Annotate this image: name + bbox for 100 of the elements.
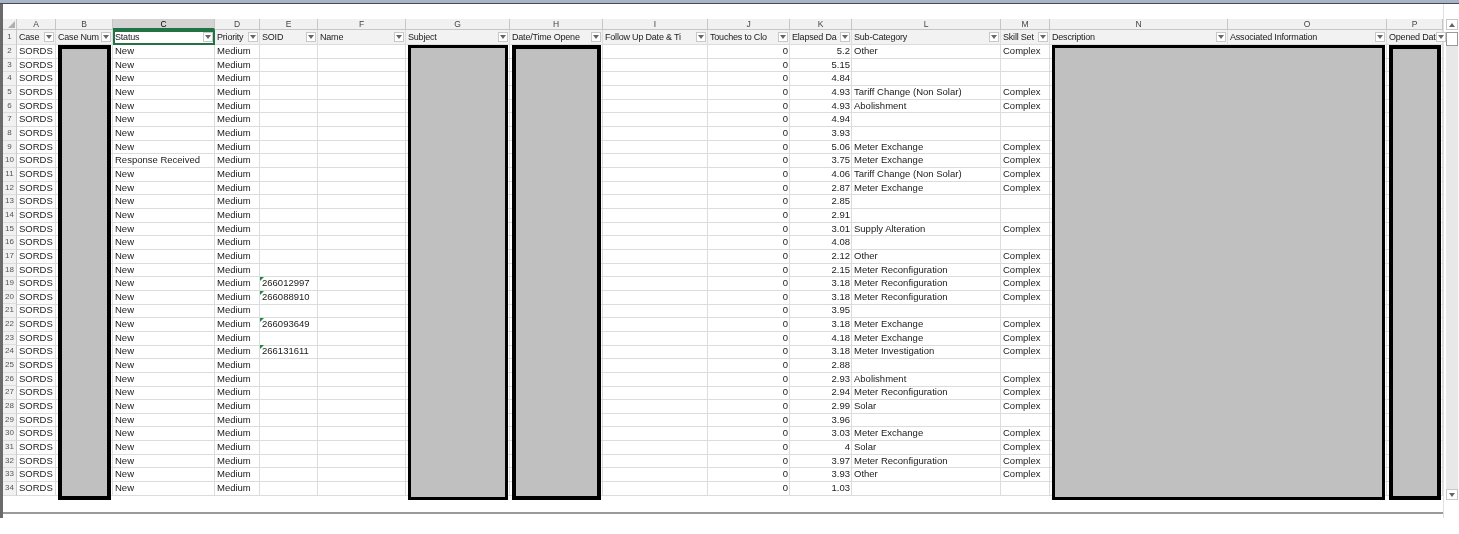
filter-button[interactable]: [203, 32, 213, 42]
filter-button[interactable]: [840, 32, 850, 42]
row-number[interactable]: 13: [3, 195, 17, 209]
table-cell-text: SORDS: [18, 413, 54, 427]
column-heading-text: Status: [115, 31, 140, 44]
table-cell-text: Medium: [216, 427, 252, 441]
row-number[interactable]: 2: [3, 45, 17, 59]
row-number[interactable]: 34: [3, 482, 17, 496]
filter-button[interactable]: [989, 32, 999, 42]
table-cell-text: Medium: [216, 413, 252, 427]
filter-button[interactable]: [591, 32, 601, 42]
row-number[interactable]: 30: [3, 427, 17, 442]
column-letter[interactable]: M: [1001, 19, 1050, 30]
table-cell-text: Complex: [1002, 386, 1042, 400]
filter-button[interactable]: [696, 32, 706, 42]
row-number[interactable]: 25: [3, 359, 17, 373]
filter-button[interactable]: [1435, 32, 1446, 42]
column-heading-text: Associated Information: [1230, 31, 1318, 44]
column-letter[interactable]: I: [603, 19, 708, 30]
table-cell-text: 0: [781, 263, 789, 277]
table-cell-text: 0: [781, 99, 789, 113]
filter-button[interactable]: [778, 32, 788, 42]
table-cell-text: 0: [781, 195, 789, 209]
scroll-up-button[interactable]: [1445, 19, 1458, 30]
filter-button[interactable]: [394, 32, 404, 42]
column-letter[interactable]: E: [260, 19, 318, 30]
row-number[interactable]: 21: [3, 304, 17, 319]
row-number[interactable]: 33: [3, 468, 17, 482]
caret-icon: [698, 35, 704, 39]
filter-button[interactable]: [248, 32, 258, 42]
table-cell-text: Medium: [216, 277, 252, 291]
table-cell-text: SORDS: [18, 236, 54, 250]
row-number[interactable]: 31: [3, 441, 17, 455]
table-cell-text: New: [114, 140, 135, 154]
table-cell-text: SORDS: [18, 331, 54, 345]
row-number[interactable]: 10: [3, 154, 17, 168]
table-cell-text: 0: [781, 85, 789, 99]
table-cell-text: SORDS: [18, 468, 54, 482]
table-cell-text: Supply Alteration: [853, 222, 927, 236]
column-heading-text: Subject: [408, 31, 437, 44]
table-cell-text: Medium: [216, 85, 252, 99]
caret-icon: [1040, 35, 1046, 39]
caret-icon: [593, 35, 599, 39]
table-cell-text: New: [114, 372, 135, 386]
column-letter[interactable]: F: [318, 19, 406, 30]
column-letter[interactable]: L: [852, 19, 1001, 30]
row-number[interactable]: 19: [3, 277, 17, 291]
filter-button[interactable]: [306, 32, 316, 42]
table-cell-text: 266131611: [260, 345, 310, 359]
filter-button[interactable]: [44, 32, 54, 42]
column-letter[interactable]: C: [113, 19, 215, 30]
table-cell-text: 0: [781, 359, 789, 373]
table-cell-text: New: [114, 263, 135, 277]
row-number[interactable]: 7: [3, 113, 17, 127]
filter-button[interactable]: [1038, 32, 1048, 42]
table-cell-text: 4: [843, 441, 851, 455]
table-cell-text: Meter Reconfiguration: [853, 290, 949, 304]
caret-icon: [396, 35, 402, 39]
table-cell-text: 4.06: [830, 167, 851, 181]
row-number[interactable]: 24: [3, 345, 17, 360]
filter-button[interactable]: [498, 32, 508, 42]
column-letter[interactable]: O: [1228, 19, 1387, 30]
column-heading-text: SOID: [262, 31, 284, 44]
table-cell-text: SORDS: [18, 427, 54, 441]
table-cell-text: Abolishment: [853, 372, 908, 386]
table-cell-text: 0: [781, 277, 789, 291]
table-cell-text: 0: [781, 208, 789, 222]
row-number[interactable]: 16: [3, 236, 17, 250]
column-letter[interactable]: H: [510, 19, 603, 30]
column-letter[interactable]: D: [215, 19, 260, 30]
table-cell-text: Medium: [216, 222, 252, 236]
filter-button[interactable]: [1375, 32, 1385, 42]
table-cell-text: Complex: [1002, 345, 1042, 359]
row-number[interactable]: 27: [3, 386, 17, 401]
table-cell-text: New: [114, 454, 135, 468]
column-letter[interactable]: P: [1387, 19, 1443, 30]
column-letter[interactable]: K: [790, 19, 852, 30]
table-cell-text: New: [114, 345, 135, 359]
table-cell-text: Meter Exchange: [853, 331, 925, 345]
column-letter[interactable]: J: [708, 19, 790, 30]
column-letter[interactable]: A: [17, 19, 56, 30]
row-number[interactable]: 4: [3, 72, 17, 86]
table-cell-text: Complex: [1002, 222, 1042, 236]
row-number[interactable]: 28: [3, 400, 17, 414]
table-cell-text: 0: [781, 45, 789, 58]
column-letter[interactable]: G: [406, 19, 510, 30]
table-cell-text: Medium: [216, 290, 252, 304]
table-cell-text: 4.84: [830, 72, 851, 86]
row-number[interactable]: 22: [3, 318, 17, 332]
scroll-down-button[interactable]: [1445, 489, 1458, 500]
column-letter[interactable]: B: [56, 19, 113, 30]
table-cell-text: 2.94: [830, 386, 851, 400]
table-cell-text: Other: [853, 249, 879, 263]
filter-button[interactable]: [101, 32, 111, 42]
table-cell-text: Medium: [216, 345, 252, 359]
column-letter[interactable]: N: [1050, 19, 1228, 30]
row-number[interactable]: 1: [3, 30, 17, 45]
filter-button[interactable]: [1216, 32, 1226, 42]
table-cell-text: 0: [781, 181, 789, 195]
table-cell-text: New: [114, 58, 135, 72]
